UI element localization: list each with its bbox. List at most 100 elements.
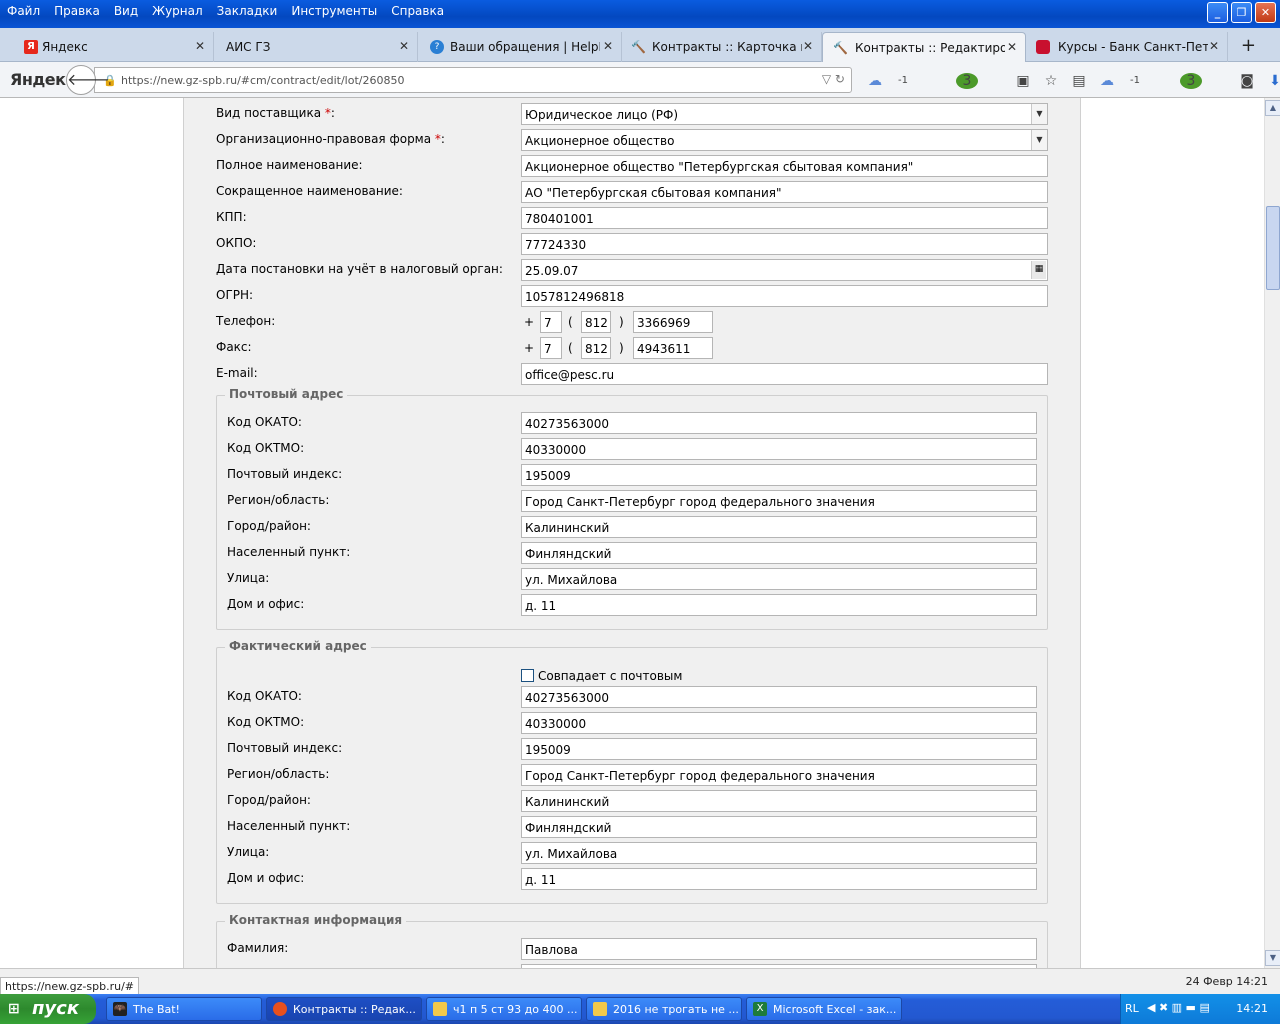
fax-code-input[interactable]: 812 [581,337,611,359]
cloud-icon-2[interactable]: ☁ [1096,73,1118,89]
surname-label: Фамилия: [227,941,289,955]
same-as-postal-label[interactable]: Совпадает с почтовым [538,669,682,683]
taskbar-item-folder-1[interactable]: ч1 п 5 ст 93 до 400 ... [426,997,582,1021]
org-form-select[interactable]: Акционерное общество ▼ [521,129,1048,151]
full-name-input[interactable]: Акционерное общество "Петербургская сбыт… [521,155,1048,177]
screenshot-icon[interactable]: ▣ [1012,73,1034,89]
actual-oktmo-input[interactable]: 40330000 [521,712,1037,734]
taskbar-item-excel[interactable]: X Microsoft Excel - зак... [746,997,902,1021]
excel-icon: X [753,1002,767,1016]
actual-street-input[interactable]: ул. Михайлова [521,842,1037,864]
taskbar-item-browser[interactable]: Контракты :: Редак... [266,997,422,1021]
postal-region-input[interactable]: Город Санкт-Петербург город федерального… [521,490,1037,512]
tab-contract-card[interactable]: 🔨 Контракты :: Карточка ко... ✕ [622,32,822,62]
download-icon[interactable]: ⬇ [1264,73,1280,89]
scroll-down-icon[interactable]: ▼ [1265,950,1280,966]
menu-view[interactable]: Вид [107,0,145,22]
vertical-scrollbar[interactable]: ▲ ▼ [1264,98,1280,968]
help-icon: ? [430,40,444,54]
fax-plus: + [524,341,535,355]
taskbar-item-folder-2[interactable]: 2016 не трогать не ... [586,997,742,1021]
okpo-input[interactable]: 77724330 [521,233,1048,255]
actual-oktmo-label: Код ОКТМО: [227,715,305,729]
postal-okato-input[interactable]: 40273563000 [521,412,1037,434]
star-icon[interactable]: ☆ [1040,73,1062,89]
tray-icons[interactable]: ◀ ✖ ▥ ▬ ▤ [1147,1001,1210,1014]
close-tab-icon[interactable]: ✕ [603,39,613,53]
tab-contract-edit[interactable]: 🔨 Контракты :: Редактиров... ✕ [822,32,1026,62]
close-tab-icon[interactable]: ✕ [1209,39,1219,53]
surname-input[interactable]: Павлова [521,938,1037,960]
actual-okato-label: Код ОКАТО: [227,689,302,703]
menu-edit[interactable]: Правка [47,0,107,22]
back-button[interactable]: 🡐 [66,65,110,95]
kpp-input[interactable]: 780401001 [521,207,1048,229]
taskbar-item-thebat[interactable]: 🦇 The Bat! [106,997,262,1021]
supplier-type-value: Юридическое лицо (РФ) [525,108,679,122]
tab-ais-gz[interactable]: АИС ГЗ ✕ [214,32,418,62]
reading-list-icon[interactable]: ▤ [1068,73,1090,89]
reg-date-input[interactable]: 25.09.07 ▦ [521,259,1048,281]
start-button[interactable]: ⊞ пуск [0,994,96,1024]
tab-helpdesk[interactable]: ? Ваши обращения | HelpDes... ✕ [418,32,622,62]
tab-bank-rates[interactable]: Курсы - Банк Санкт-Петер... ✕ [1028,32,1228,62]
address-bar[interactable]: 🔒 https://new.gz-spb.ru/#cm/contract/edi… [94,67,852,93]
postal-locality-input[interactable]: Финляндский [521,542,1037,564]
phone-code-input[interactable]: 812 [581,311,611,333]
actual-city-input[interactable]: Калининский [521,790,1037,812]
minimize-button[interactable]: _ [1207,2,1228,23]
short-name-input[interactable]: АО "Петербургская сбытовая компания" [521,181,1048,203]
email-input[interactable]: office@pesc.ru [521,363,1048,385]
actual-house-input[interactable]: д. 11 [521,868,1037,890]
calendar-icon[interactable]: ▦ [1031,261,1046,279]
supplier-form-panel: Вид поставщика *: Юридическое лицо (РФ) … [183,98,1081,968]
actual-okato-input[interactable]: 40273563000 [521,686,1037,708]
menu-tools[interactable]: Инструменты [284,0,384,22]
close-tab-icon[interactable]: ✕ [399,39,409,53]
close-window-button[interactable]: ✕ [1255,2,1276,23]
postal-oktmo-input[interactable]: 40330000 [521,438,1037,460]
postal-locality-label: Населенный пункт: [227,545,351,559]
tab-yandex[interactable]: Я Яндекс ✕ [18,32,214,62]
scroll-thumb[interactable] [1266,206,1280,290]
close-tab-icon[interactable]: ✕ [195,39,205,53]
phone-country-input[interactable]: 7 [540,311,562,333]
new-tab-button[interactable]: + [1241,35,1256,56]
same-as-postal-checkbox[interactable] [521,669,534,682]
yandex-logo[interactable]: Яндекс [10,70,75,89]
fax-number-input[interactable]: 4943611 [633,337,713,359]
postal-index-input[interactable]: 195009 [521,464,1037,486]
actual-locality-input[interactable]: Финляндский [521,816,1037,838]
menu-file[interactable]: Файл [0,0,47,22]
pocket-icon[interactable]: ◙ [1236,73,1258,89]
badge-icon[interactable]: 3 [956,72,978,89]
phone-number-input[interactable]: 3366969 [633,311,713,333]
ogrn-label: ОГРН: [216,288,254,302]
window-title-bar: Файл Правка Вид Журнал Закладки Инструме… [0,0,1280,28]
postal-street-input[interactable]: ул. Михайлова [521,568,1037,590]
chevron-down-icon[interactable]: ▼ [1031,130,1047,150]
menu-help[interactable]: Справка [384,0,451,22]
actual-region-input[interactable]: Город Санкт-Петербург город федерального… [521,764,1037,786]
cloud-icon[interactable]: ☁ [864,73,886,89]
page-content: Вид поставщика *: Юридическое лицо (РФ) … [0,98,1264,968]
reload-icon[interactable]: ▽ ↻ [822,72,845,86]
postal-city-input[interactable]: Калининский [521,516,1037,538]
postal-house-input[interactable]: д. 11 [521,594,1037,616]
tab-label: Ваши обращения | HelpDes... [450,40,600,54]
close-tab-icon[interactable]: ✕ [1007,40,1017,54]
maximize-button[interactable]: ❐ [1231,2,1252,23]
browser-icon [273,1002,287,1016]
menu-history[interactable]: Журнал [145,0,210,22]
scroll-up-icon[interactable]: ▲ [1265,100,1280,116]
menu-bookmarks[interactable]: Закладки [210,0,285,22]
chevron-down-icon[interactable]: ▼ [1031,104,1047,124]
badge-icon-2[interactable]: 3 [1180,72,1202,89]
url-text: https://new.gz-spb.ru/#cm/contract/edit/… [121,74,405,87]
actual-index-input[interactable]: 195009 [521,738,1037,760]
ogrn-input[interactable]: 1057812496818 [521,285,1048,307]
fax-country-input[interactable]: 7 [540,337,562,359]
language-indicator[interactable]: RL [1125,1002,1139,1015]
close-tab-icon[interactable]: ✕ [803,39,813,53]
supplier-type-select[interactable]: Юридическое лицо (РФ) ▼ [521,103,1048,125]
